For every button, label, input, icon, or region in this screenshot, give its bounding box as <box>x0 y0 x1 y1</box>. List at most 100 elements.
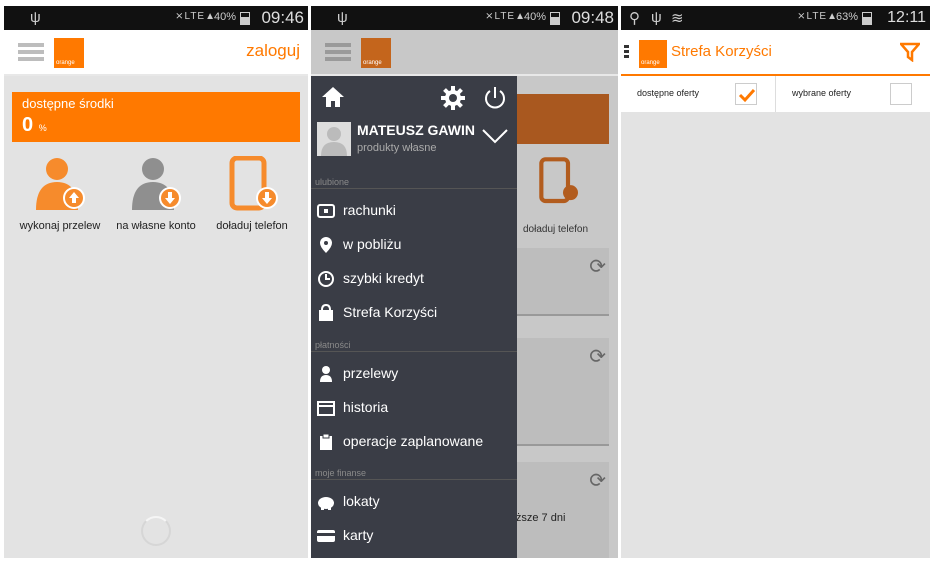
funds-card-dimmed <box>511 94 609 144</box>
user-name: MATEUSZ GAWIN <box>357 122 475 138</box>
action-label: na własne konto <box>116 220 196 232</box>
refresh-icon: ⟳ <box>589 256 606 278</box>
clipboard-icon <box>320 433 332 450</box>
signal-icon: ⨯LTE▲ <box>797 11 838 22</box>
orange-logo: orange <box>54 38 84 68</box>
clock-icon <box>318 271 334 287</box>
menu-icon[interactable] <box>624 45 629 61</box>
usb-icon: ψ <box>30 9 41 26</box>
chevron-down-icon[interactable] <box>481 128 509 144</box>
usb-icon: ψ <box>651 9 662 26</box>
navigation-drawer: MATEUSZ GAWIN produkty własne ulubione r… <box>311 76 517 558</box>
menu-item-history[interactable]: historia <box>311 393 517 423</box>
menu-item-quick-credit[interactable]: szybki kredyt <box>311 264 517 294</box>
filter-icon[interactable] <box>900 42 920 62</box>
status-bar: ψ ⨯LTE▲ 40% 09:46 <box>4 6 308 30</box>
menu-item-transfers[interactable]: przelewy <box>311 359 517 389</box>
login-link[interactable]: zaloguj <box>246 41 300 61</box>
person-upload-icon <box>36 158 85 210</box>
clock: 09:48 <box>571 8 614 27</box>
page-title: Strefa Korzyści <box>671 43 772 60</box>
menu-item-label: Strefa Korzyści <box>343 304 438 320</box>
location-pin-icon <box>320 237 332 253</box>
app-header: orange <box>311 30 618 76</box>
menu-item-label: rachunki <box>343 202 396 218</box>
user-products: produkty własne <box>357 142 437 154</box>
battery-icon <box>862 12 872 25</box>
quick-action-own-account[interactable]: na własne konto <box>106 156 206 232</box>
wifi-icon: ≋ <box>671 10 684 27</box>
action-label: doładuj telefon <box>216 220 288 232</box>
funds-value: 0 % <box>22 114 47 136</box>
menu-item-benefits-zone[interactable]: Strefa Korzyści <box>311 298 517 328</box>
menu-icon[interactable] <box>18 43 44 61</box>
menu-item-label: w pobliżu <box>343 236 402 252</box>
app-header: orange zaloguj <box>4 30 308 76</box>
filter-label: wybrane oferty <box>792 88 852 98</box>
filter-available-offers[interactable]: dostępne oferty <box>621 76 775 112</box>
orange-logo: orange <box>639 40 667 68</box>
user-profile[interactable]: MATEUSZ GAWIN produkty własne <box>311 120 517 164</box>
filter-label: dostępne oferty <box>637 88 700 98</box>
menu-item-deposits[interactable]: lokaty <box>311 487 517 517</box>
menu-item-nearby[interactable]: w pobliżu <box>311 230 517 260</box>
wallet-icon <box>317 204 335 218</box>
menu-item-label: historia <box>343 399 389 415</box>
menu-item-accounts[interactable]: rachunki <box>311 196 517 226</box>
menu-item-label: lokaty <box>343 493 380 509</box>
loading-spinner <box>141 516 171 546</box>
phone-topup-icon <box>539 157 578 204</box>
checkmark-icon <box>738 88 756 103</box>
status-bar: ⚲ ψ ≋ ⨯LTE▲ 63% 12:11 <box>621 6 930 30</box>
battery-percent: 63% <box>835 11 858 23</box>
menu-icon[interactable] <box>325 43 351 61</box>
shopping-bag-icon <box>319 304 333 321</box>
screen-home: ψ ⨯LTE▲ 40% 09:46 orange zaloguj dostępn… <box>4 6 308 558</box>
app-header: orange Strefa Korzyści <box>621 30 930 76</box>
battery-percent: 40% <box>523 11 546 23</box>
selected-offers-checkbox[interactable] <box>890 83 912 105</box>
action-label: doładuj telefon <box>523 224 589 235</box>
menu-item-scheduled-operations[interactable]: operacje zaplanowane <box>311 427 517 457</box>
credit-card-icon <box>317 530 335 542</box>
usb-icon: ψ <box>337 9 348 26</box>
location-icon: ⚲ <box>629 10 640 27</box>
screen-benefits-zone: ⚲ ψ ≋ ⨯LTE▲ 63% 12:11 orange Strefa Korz… <box>621 6 930 558</box>
dimmed-content: doładuj telefon ⟳ ⟳ ⟳ liższe 7 dni <box>511 76 618 558</box>
battery-percent: 40% <box>213 11 236 23</box>
section-favorites: ulubione <box>311 177 517 189</box>
power-icon[interactable] <box>483 86 507 110</box>
battery-icon <box>240 12 250 25</box>
menu-item-label: przelewy <box>343 365 399 381</box>
available-offers-checkbox[interactable] <box>735 83 757 105</box>
signal-icon: ⨯LTE▲ <box>485 11 526 22</box>
card-text: liższe 7 dni <box>511 512 566 524</box>
calendar-icon <box>317 401 335 416</box>
settings-gear-icon[interactable] <box>441 86 465 110</box>
menu-item-label: operacje zaplanowane <box>343 433 484 449</box>
clock: 12:11 <box>887 9 926 26</box>
quick-action-phone-topup[interactable]: doładuj telefon <box>202 156 302 232</box>
phone-topup-icon <box>229 156 278 211</box>
menu-item-cards[interactable]: karty <box>311 521 517 551</box>
funds-label: dostępne środki <box>22 96 114 111</box>
clock: 09:46 <box>261 8 304 27</box>
piggy-bank-icon <box>318 497 334 510</box>
refresh-icon: ⟳ <box>589 346 606 368</box>
screen-menu: ψ ⨯LTE▲ 40% 09:48 orange doładuj telefon… <box>311 6 618 558</box>
menu-item-label: karty <box>343 527 374 543</box>
avatar <box>317 122 351 156</box>
battery-icon <box>550 12 560 25</box>
home-icon[interactable] <box>321 86 345 108</box>
section-payments: płatności <box>311 340 517 352</box>
filter-selected-offers[interactable]: wybrane oferty <box>776 76 930 112</box>
section-my-finances: moje finanse <box>311 468 517 480</box>
available-funds-card[interactable]: dostępne środki 0 % <box>12 92 300 142</box>
action-label: wykonaj przelew <box>19 220 101 232</box>
status-bar: ψ ⨯LTE▲ 40% 09:48 <box>311 6 618 30</box>
person-icon <box>320 366 332 382</box>
refresh-icon: ⟳ <box>589 470 606 492</box>
offer-filter-bar: dostępne oferty wybrane oferty <box>621 76 930 112</box>
quick-action-transfer[interactable]: wykonaj przelew <box>10 156 110 232</box>
orange-logo: orange <box>361 38 391 68</box>
